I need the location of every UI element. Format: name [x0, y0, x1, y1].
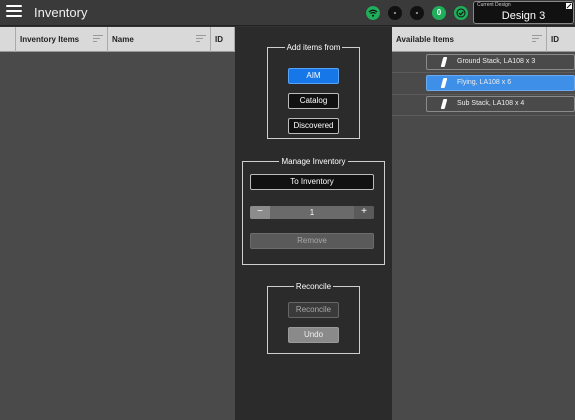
add-items-group: Add items from AIM Catalog Discovered — [267, 43, 360, 139]
available-items-header: Available Items ID — [392, 27, 575, 52]
current-design-label: Current Design — [477, 2, 511, 8]
column-label: ID — [551, 35, 559, 44]
source-aim-button[interactable]: AIM — [288, 68, 339, 84]
item-label: Sub Stack, LA108 x 4 — [457, 100, 525, 107]
item-label: Ground Stack, LA108 x 3 — [457, 58, 536, 65]
manage-inventory-title: Manage Inventory — [281, 157, 346, 166]
item-label: Flying, LA108 x 6 — [457, 79, 512, 86]
manage-inventory-group: Manage Inventory To Inventory − 1 + Remo… — [242, 157, 385, 265]
list-item[interactable]: Sub Stack, LA108 x 4 — [426, 96, 575, 112]
column-label: ID — [215, 35, 223, 44]
increment-button[interactable]: + — [354, 206, 374, 219]
menu-icon[interactable] — [6, 5, 22, 19]
column-label: Inventory Items — [20, 35, 80, 44]
speaker-icon — [440, 78, 448, 88]
to-inventory-button[interactable]: To Inventory — [250, 174, 374, 190]
column-header-id[interactable]: ID — [211, 27, 235, 52]
speaker-icon — [440, 99, 448, 109]
page-title: Inventory — [34, 5, 88, 20]
top-bar: Inventory - - 0 Current Design Design 3 — [0, 0, 575, 26]
quantity-stepper[interactable]: − 1 + — [250, 206, 374, 219]
status-dot-1: - — [388, 6, 402, 20]
source-discovered-button[interactable]: Discovered — [288, 118, 339, 134]
source-catalog-button[interactable]: Catalog — [288, 93, 339, 109]
divider — [392, 115, 575, 116]
inventory-table: Inventory Items Name ID — [0, 27, 235, 420]
expand-icon — [566, 3, 572, 9]
sort-icon[interactable] — [93, 35, 103, 43]
status-dot-2: - — [410, 6, 424, 20]
action-panel: Add items from AIM Catalog Discovered Ma… — [235, 27, 392, 420]
column-header-available-items[interactable]: Available Items — [392, 27, 547, 52]
column-label: Name — [112, 35, 134, 44]
column-label: Available Items — [396, 35, 454, 44]
inventory-table-header: Inventory Items Name ID — [0, 27, 235, 52]
list-item[interactable]: Ground Stack, LA108 x 3 — [426, 54, 575, 70]
reconcile-button[interactable]: Reconcile — [288, 302, 339, 318]
list-item[interactable]: Flying, LA108 x 6 — [426, 75, 575, 91]
current-design-selector[interactable]: Current Design Design 3 — [473, 1, 574, 24]
reconcile-title: Reconcile — [295, 282, 332, 291]
current-design-value: Design 3 — [501, 10, 546, 22]
undo-button[interactable]: Undo — [288, 327, 339, 343]
wifi-icon — [366, 6, 380, 20]
divider — [392, 72, 575, 73]
count-badge: 0 — [432, 6, 446, 20]
column-header-inventory-items[interactable]: Inventory Items — [16, 27, 108, 52]
column-header-id[interactable]: ID — [547, 27, 575, 52]
speaker-icon — [440, 57, 448, 67]
divider — [392, 94, 575, 95]
add-items-title: Add items from — [286, 43, 341, 52]
row-select-header[interactable] — [0, 27, 16, 52]
quantity-value[interactable]: 1 — [270, 206, 354, 219]
column-header-name[interactable]: Name — [108, 27, 211, 52]
check-icon — [454, 6, 468, 20]
decrement-button[interactable]: − — [250, 206, 270, 219]
available-items-table: Available Items ID Ground Stack, LA108 x… — [392, 27, 575, 420]
reconcile-group: Reconcile Reconcile Undo — [267, 282, 360, 354]
sort-icon[interactable] — [532, 35, 542, 43]
remove-button[interactable]: Remove — [250, 233, 374, 249]
sort-icon[interactable] — [196, 35, 206, 43]
